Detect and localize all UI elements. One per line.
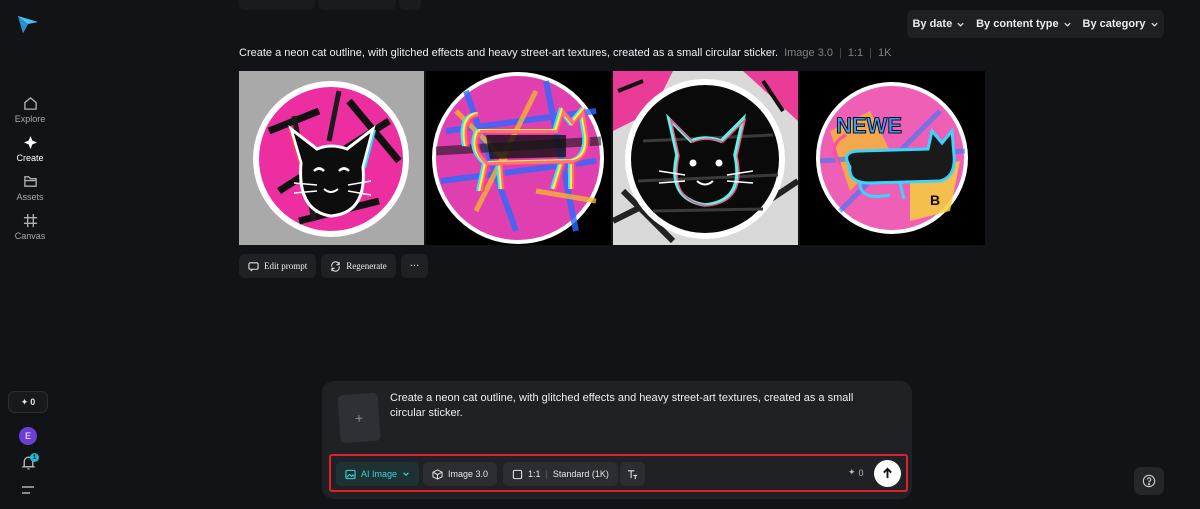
previous-action-button[interactable] (239, 0, 315, 10)
chevron-down-icon (957, 22, 964, 27)
sidebar-item-assets[interactable]: Assets (0, 174, 60, 202)
folder-icon (23, 176, 37, 187)
refresh-icon (331, 260, 341, 272)
filter-by-content-type[interactable]: By content type (976, 18, 1072, 30)
logo-icon[interactable] (17, 14, 39, 34)
text-style-button[interactable] (620, 462, 645, 486)
generated-image-3[interactable] (613, 71, 798, 245)
more-options-button[interactable]: ··· (400, 254, 429, 278)
generated-image-2[interactable] (426, 71, 611, 245)
chevron-down-icon (1063, 22, 1071, 27)
canvas-icon (23, 213, 37, 228)
sidebar: Explore Create Assets Canvas ✦ 0 E 1 (0, 0, 60, 509)
chevron-down-icon (1150, 22, 1158, 27)
sparkle-icon: ✦ (848, 467, 856, 477)
help-button[interactable] (1134, 467, 1164, 495)
svg-text:NEWE: NEWE (836, 113, 902, 138)
generation-model: Image 3.0 (784, 47, 833, 59)
credits-pill[interactable]: ✦ 0 (8, 391, 48, 413)
filter-bar: By date By content type By category (907, 10, 1164, 38)
edit-prompt-button[interactable]: Edit prompt (239, 254, 317, 278)
home-icon (23, 97, 37, 110)
generation-header: Create a neon cat outline, with glitched… (239, 47, 892, 59)
sidebar-item-label: Assets (16, 192, 44, 202)
generation-prompt: Create a neon cat outline, with glitched… (239, 47, 779, 59)
sidebar-item-canvas[interactable]: Canvas (0, 213, 60, 241)
mode-select-ai-image[interactable]: AI Image (336, 462, 420, 486)
send-button[interactable] (874, 460, 901, 487)
model-select[interactable]: Image 3.0 (423, 462, 498, 486)
edit-icon (248, 261, 259, 271)
generated-image-1[interactable] (239, 71, 424, 245)
composer-toolbar: AI Image Image 3.0 1:1 | Standard (1K) ✦… (329, 454, 908, 492)
avatar[interactable]: E (19, 427, 37, 445)
sparkle-icon: ✦ (20, 396, 29, 407)
credits-count: 0 (30, 397, 36, 407)
sidebar-item-create[interactable]: Create (0, 135, 60, 163)
text-format-icon (627, 469, 638, 479)
menu-icon[interactable] (21, 484, 35, 496)
filter-by-date[interactable]: By date (912, 18, 965, 30)
previous-action-button[interactable] (318, 0, 396, 10)
sidebar-item-label: Explore (14, 114, 46, 124)
sidebar-item-label: Canvas (14, 231, 46, 241)
square-icon (512, 469, 523, 479)
more-icon: ··· (409, 260, 420, 272)
help-icon (1142, 474, 1156, 488)
generation-resolution: 1K (878, 47, 892, 59)
generated-image-4[interactable]: NEWE B (800, 71, 985, 245)
sidebar-item-explore[interactable]: Explore (0, 96, 60, 124)
cube-icon (432, 468, 443, 480)
generation-ratio: 1:1 (847, 47, 864, 59)
sidebar-item-label: Create (16, 153, 44, 163)
plus-icon: + (354, 409, 364, 427)
generation-actions: Edit prompt Regenerate ··· (239, 254, 429, 278)
sparkle-icon (23, 135, 37, 150)
arrow-up-icon (883, 467, 892, 479)
prompt-input[interactable]: Create a neon cat outline, with glitched… (390, 391, 890, 421)
ratio-quality-select[interactable]: 1:1 | Standard (1K) (503, 462, 618, 486)
image-icon (345, 469, 356, 479)
notification-badge: 1 (30, 453, 39, 462)
generation-cost: ✦ 0 (848, 467, 864, 478)
filter-by-category[interactable]: By category (1083, 18, 1159, 30)
prompt-composer: + Create a neon cat outline, with glitch… (322, 381, 912, 499)
upload-reference-button[interactable]: + (337, 392, 381, 444)
previous-more-button[interactable] (399, 0, 421, 10)
chevron-down-icon (403, 472, 409, 476)
svg-text:B: B (930, 192, 940, 208)
generated-images: NEWE B (239, 71, 985, 245)
regenerate-button[interactable]: Regenerate (321, 254, 396, 278)
